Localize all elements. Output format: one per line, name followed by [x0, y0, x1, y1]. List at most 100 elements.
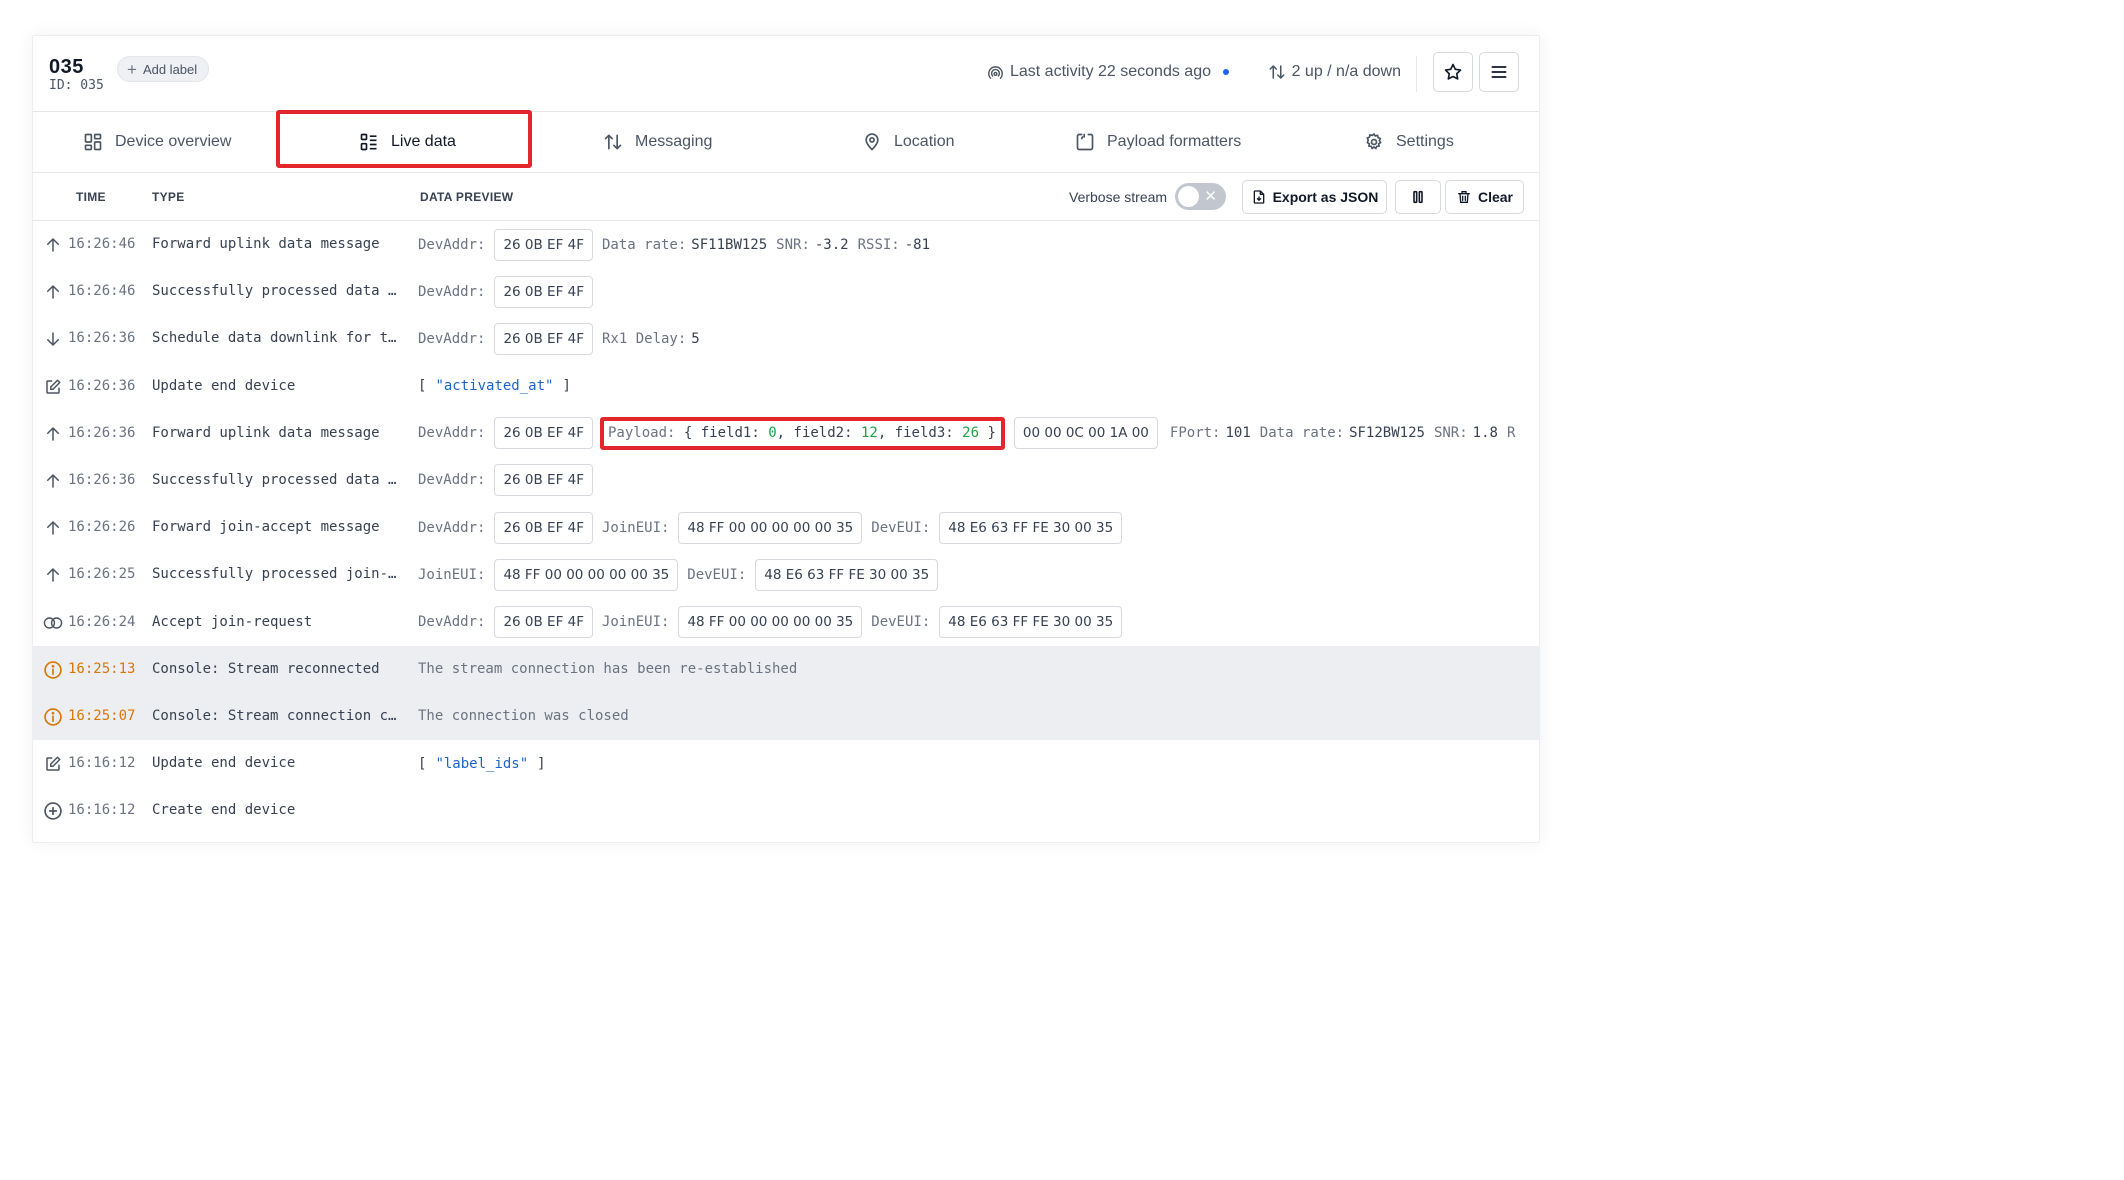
data-preview: The connection was closed: [418, 693, 629, 740]
joineui-label: JoinEUI:: [418, 566, 486, 583]
devaddr-label: DevAddr:: [418, 425, 486, 442]
verbose-stream-label: Verbose stream: [1069, 189, 1168, 205]
devaddr-chip[interactable]: 26 0B EF 4F: [494, 228, 593, 261]
data-rate-value: SF12BW125: [1349, 425, 1425, 442]
joineui-chip[interactable]: 48 FF 00 00 00 00 00 35: [494, 558, 679, 591]
signal-icon: [988, 65, 1003, 79]
deveui-chip[interactable]: 48 E6 63 FF FE 30 00 35: [755, 558, 939, 591]
event-type: Successfully processed data …: [152, 283, 397, 300]
table-row[interactable]: 16:25:13 Console: Stream reconnected The…: [33, 645, 1539, 693]
data-rate-label: Data rate:: [602, 236, 687, 253]
raw-payload-chip[interactable]: 00 00 0C 00 1A 00: [1013, 417, 1158, 450]
field1-label: field1:: [700, 425, 760, 442]
column-data-preview: DATA PREVIEW: [420, 190, 514, 204]
devaddr-label: DevAddr:: [418, 283, 486, 300]
table-row[interactable]: 16:25:07 Console: Stream connection c… T…: [33, 692, 1539, 741]
table-row[interactable]: 16:16:12 Create end device: [33, 787, 1539, 834]
data-preview: [ "activated_at" ]: [418, 363, 571, 410]
star-button[interactable]: [1433, 52, 1473, 92]
event-time: 16:25:13: [68, 660, 136, 677]
close-icon: ✕: [1204, 188, 1217, 205]
joineui-label: JoinEUI:: [602, 614, 670, 630]
bracket-open: [: [418, 378, 427, 395]
table-row[interactable]: 16:26:46 Forward uplink data message Dev…: [33, 221, 1539, 268]
column-type: TYPE: [152, 190, 185, 204]
clear-label: Clear: [1477, 189, 1514, 205]
event-message: The connection was closed: [418, 708, 629, 725]
event-type: Schedule data downlink for t…: [152, 330, 397, 347]
event-time: 16:16:12: [68, 755, 136, 772]
tab-location[interactable]: Location: [862, 111, 955, 172]
table-row[interactable]: 16:26:36 Update end device [ "activated_…: [33, 363, 1539, 410]
event-type: Create end device: [152, 802, 296, 819]
devaddr-label: DevAddr:: [418, 330, 486, 347]
event-time: 16:26:46: [68, 283, 136, 300]
event-time: 16:26:36: [68, 330, 136, 347]
edit-icon: [43, 377, 63, 397]
table-row[interactable]: 16:26:36 Successfully processed data … D…: [33, 457, 1539, 504]
table-row[interactable]: 16:26:26 Forward join-accept message Dev…: [33, 504, 1539, 551]
payload-label: Payload:: [608, 425, 676, 442]
devaddr-chip[interactable]: 26 0B EF 4F: [494, 275, 593, 308]
grid-icon: [84, 133, 102, 150]
devaddr-chip[interactable]: 26 0B EF 4F: [494, 511, 593, 544]
tab-settings[interactable]: Settings: [1364, 111, 1454, 172]
devaddr-chip[interactable]: 26 0B EF 4F: [494, 606, 593, 638]
arrow-up-icon: [43, 235, 63, 255]
devaddr-chip[interactable]: 26 0B EF 4F: [494, 464, 593, 497]
arrow-up-icon: [43, 518, 63, 538]
event-type: Console: Stream reconnected: [152, 660, 380, 677]
arrows-updown-icon: [1269, 65, 1285, 79]
brace-close: }: [987, 425, 996, 442]
clear-button[interactable]: Clear: [1445, 180, 1524, 214]
add-label-text: Add label: [142, 61, 198, 77]
devaddr-label: DevAddr:: [418, 472, 486, 489]
toggle-knob: [1178, 186, 1199, 207]
tab-label: Messaging: [635, 132, 713, 150]
plus-icon: +: [127, 59, 137, 79]
data-preview: DevAddr: 26 0B EF 4F JoinEUI: 48 FF 00 0…: [418, 599, 1123, 646]
device-id: ID: 035: [49, 78, 104, 93]
activity-dot: [1223, 69, 1229, 75]
device-panel: 035 ID: 035 + Add label Last activity 22…: [32, 35, 1540, 843]
table-row[interactable]: 16:26:46 Successfully processed data … D…: [33, 268, 1539, 315]
export-json-button[interactable]: Export as JSON: [1242, 180, 1387, 214]
event-type: Accept join-request: [152, 613, 313, 630]
pause-button[interactable]: [1395, 180, 1441, 214]
add-label-button[interactable]: + Add label: [117, 56, 210, 82]
data-preview: The stream connection has been re-establ…: [418, 646, 797, 693]
event-type: Console: Stream connection c…: [152, 707, 397, 724]
event-type: Successfully processed data …: [152, 471, 397, 488]
table-row[interactable]: 16:26:25 Successfully processed join-… J…: [33, 551, 1539, 598]
deveui-chip[interactable]: 48 E6 63 FF FE 30 00 35: [939, 606, 1123, 638]
data-rate-value: SF11BW125: [691, 236, 768, 253]
devaddr-chip[interactable]: 26 0B EF 4F: [494, 322, 593, 355]
event-list: 16:26:46 Forward uplink data message Dev…: [33, 221, 1539, 834]
arrows-updown-icon: [604, 134, 622, 149]
header-divider: [1416, 56, 1417, 92]
table-row[interactable]: 16:26:24 Accept join-request DevAddr: 26…: [33, 599, 1539, 646]
event-type: Update end device: [152, 755, 296, 772]
tab-payload-formatters[interactable]: Payload formatters: [1075, 111, 1241, 172]
fport-label: FPort:: [1169, 425, 1221, 442]
tab-messaging[interactable]: Messaging: [603, 111, 712, 172]
table-row[interactable]: 16:26:36 Forward uplink data message Dev…: [33, 410, 1539, 457]
verbose-stream-toggle[interactable]: ✕: [1175, 183, 1226, 210]
table-row[interactable]: 16:16:12 Update end device [ "label_ids"…: [33, 740, 1539, 787]
data-preview: [ "label_ids" ]: [418, 740, 546, 787]
joineui-chip[interactable]: 48 FF 00 00 00 00 00 35: [678, 606, 863, 638]
devaddr-chip[interactable]: 26 0B EF 4F: [494, 417, 593, 450]
arrow-up-icon: [43, 282, 63, 302]
data-preview: DevAddr: 26 0B EF 4F: [418, 268, 593, 315]
tab-label: Device overview: [115, 132, 232, 150]
trash-icon: [1457, 191, 1470, 203]
tab-device-overview[interactable]: Device overview: [83, 111, 231, 172]
menu-button[interactable]: [1479, 52, 1519, 92]
bracket-close: ]: [537, 755, 546, 772]
last-activity-text: Last activity 22 seconds ago: [1009, 63, 1211, 80]
data-preview: DevAddr: 26 0B EF 4F: [418, 457, 593, 504]
deveui-chip[interactable]: 48 E6 63 FF FE 30 00 35: [939, 511, 1123, 544]
table-row[interactable]: 16:26:36 Schedule data downlink for t… D…: [33, 315, 1539, 362]
joineui-chip[interactable]: 48 FF 00 00 00 00 00 35: [678, 511, 863, 544]
active-tab-highlight: [276, 110, 532, 168]
